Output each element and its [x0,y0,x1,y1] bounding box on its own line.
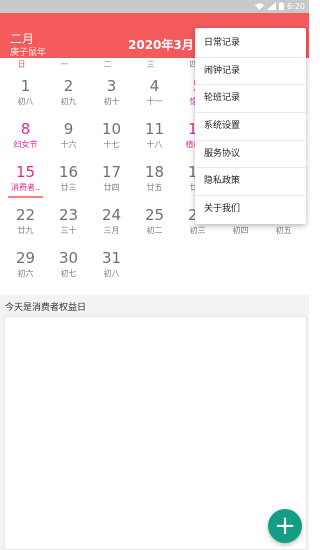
lunar-label: 十一 [146,97,163,106]
day-number: 23 [58,206,79,224]
weekday-sunday: 日 [17,60,26,69]
status-icons: 6:20 [255,0,305,13]
overflow-menu: 日常记录 闹钟记录 轮班记录 系统设置 服务协议 隐私政策 关于我们 [195,28,306,224]
lunar-label: 初五 [275,226,292,235]
calendar-day-cell[interactable]: 9 十六 [47,116,90,159]
calendar-day-cell[interactable]: 1 初八 [4,73,47,116]
lunar-label: 廿九 [17,226,34,235]
lunar-label: 初九 [60,97,77,106]
lunar-label: 廿三 [60,183,77,192]
add-button[interactable]: + [268,509,302,543]
day-number: 4 [149,77,160,95]
lunar-label: 消费者.. [10,183,41,192]
lunar-label: 十八 [146,140,163,149]
lunar-label: 初六 [17,269,34,278]
calendar-day-cell[interactable]: 11 十八 [133,116,176,159]
current-month[interactable]: 2020年3月 [128,36,194,53]
menu-item-system-settings[interactable]: 系统设置 [195,113,306,141]
lunar-label: 初八 [17,97,34,106]
calendar-day-cell[interactable]: 3 初十 [90,73,133,116]
day-number: 16 [58,163,79,181]
day-number: 29 [15,249,36,267]
lunar-label: 廿五 [146,183,163,192]
day-number: 22 [15,206,36,224]
day-number: 31 [101,249,122,267]
calendar-day-cell[interactable]: 30 初七 [47,245,90,288]
lunar-label: 初十 [103,97,120,106]
lunar-label: 初八 [103,269,120,278]
lunar-label: 初二 [146,226,163,235]
calendar-day-cell[interactable]: 10 十七 [90,116,133,159]
lunar-label: 廿四 [103,183,120,192]
lunar-label: 三月 [103,226,120,235]
lunar-label: 初三 [189,226,206,235]
calendar-day-cell[interactable]: 23 三十 [47,202,90,245]
calendar-day-cell[interactable]: 16 廿三 [47,159,90,202]
day-number: 1 [20,77,31,95]
day-number: 11 [144,120,165,138]
event-panel [4,316,307,550]
menu-item-about-us[interactable]: 关于我们 [195,196,306,224]
event-title: 今天是消费者权益日 [5,303,87,313]
lunar-label: 三十 [60,226,77,235]
day-number: 17 [101,163,122,181]
calendar-day-cell[interactable]: 8 妇女节 [4,116,47,159]
lunar-label: 十七 [103,140,120,149]
calendar-day-cell[interactable]: 24 三月 [90,202,133,245]
calendar-day-cell[interactable]: 29 初六 [4,245,47,288]
day-number: 10 [101,120,122,138]
day-number: 8 [20,120,31,138]
calendar-day-cell[interactable]: 25 初二 [133,202,176,245]
wifi-icon [255,2,265,12]
calendar-day-cell[interactable]: 31 初八 [90,245,133,288]
calendar-day-cell[interactable]: 15 消费者.. [4,159,47,202]
menu-item-shift-records[interactable]: 轮班记录 [195,85,306,114]
menu-item-daily-records[interactable]: 日常记录 [195,30,306,58]
weekday-wednesday: 三 [146,60,155,69]
day-number: 9 [63,120,74,138]
signal-icon [267,1,277,12]
day-number: 24 [101,206,122,224]
battery-icon [279,1,285,12]
day-number: 25 [144,206,165,224]
menu-item-service-agreement[interactable]: 服务协议 [195,141,306,169]
day-number: 30 [58,249,79,267]
day-number: 15 [15,163,36,181]
weekday-monday: 一 [60,60,69,69]
weekday-tuesday: 二 [103,60,112,69]
lunar-label: 十六 [60,140,77,149]
calendar-day-cell[interactable]: 4 十一 [133,73,176,116]
day-number: 2 [63,77,74,95]
status-time: 6:20 [287,2,305,11]
lunar-year: 庚子鼠年 [10,48,47,58]
lunar-label: 妇女节 [13,140,38,149]
plus-icon: + [274,511,296,541]
calendar-day-cell[interactable]: 18 廿五 [133,159,176,202]
status-bar: 6:20 [0,0,309,13]
calendar-day-cell[interactable]: 17 廿四 [90,159,133,202]
calendar-day-cell[interactable]: 2 初九 [47,73,90,116]
menu-item-privacy-policy[interactable]: 隐私政策 [195,168,306,197]
selected-day-indicator [8,196,43,198]
lunar-label: 初四 [232,226,249,235]
day-number: 18 [144,163,165,181]
menu-item-alarm-records[interactable]: 闹钟记录 [195,58,306,86]
calendar-day-cell[interactable]: 22 廿九 [4,202,47,245]
lunar-label: 初七 [60,269,77,278]
day-number: 3 [106,77,117,95]
